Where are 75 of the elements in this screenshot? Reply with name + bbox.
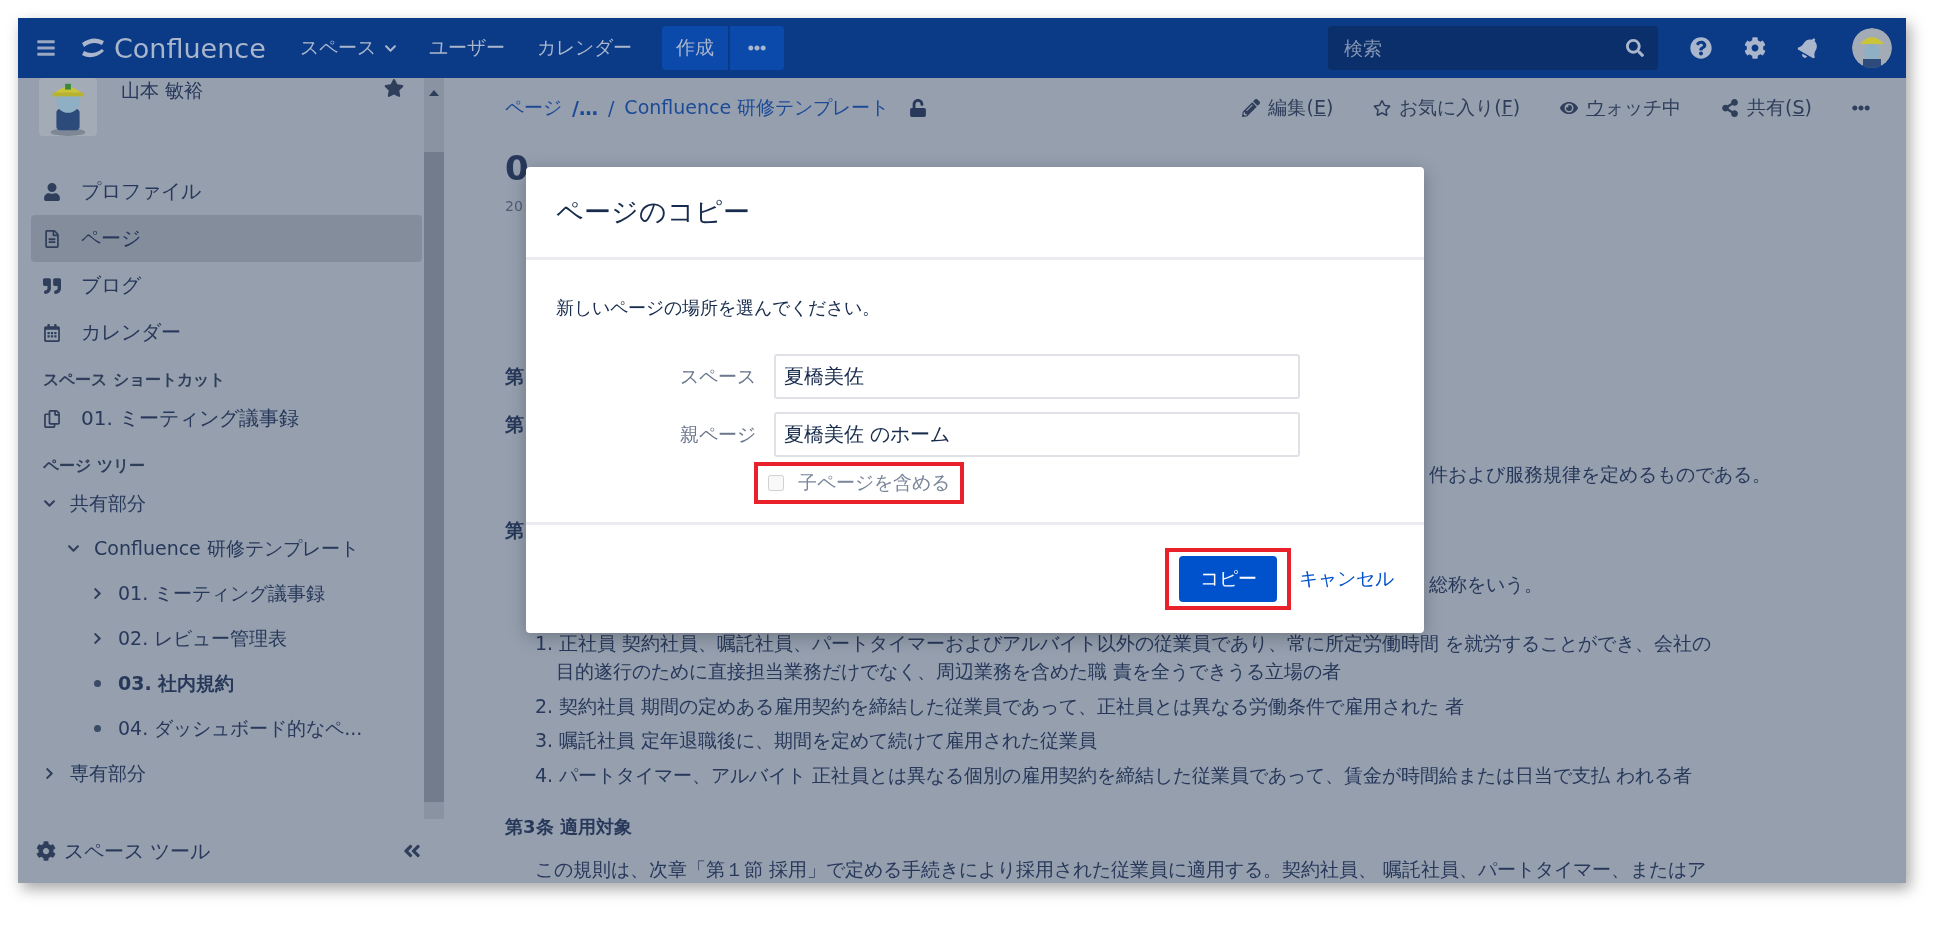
list-item: 4. パートタイマー、アルバイト 正社員とは異なる個別の雇用契約を締結した従業員であって、賃金が時間給または日当で支払 われる者	[535, 762, 1693, 788]
nav-link[interactable]: ユーザー	[416, 35, 517, 61]
avatar[interactable]	[1852, 28, 1892, 68]
breadcrumb-link[interactable]: ページ	[505, 94, 562, 121]
dialog-prompt: 新しいページの場所を選んでください。	[556, 296, 881, 320]
heading-text: 第	[505, 413, 524, 436]
unlock-icon[interactable]	[909, 98, 928, 117]
chevron-right-icon[interactable]	[91, 632, 104, 645]
input-field[interactable]: 夏橋美佐 のホーム	[774, 412, 1300, 457]
sidebar-item[interactable]: プロファイル	[31, 168, 422, 215]
pencil-icon	[1242, 98, 1261, 117]
tree-item[interactable]: 専有部分	[70, 760, 146, 787]
shortcut-link[interactable]: 01. ミーティング議事録	[31, 395, 422, 442]
create-button[interactable]: 作成	[661, 26, 728, 70]
field-label: 親ページ	[679, 421, 756, 447]
nav-link[interactable]: カレンダー	[524, 35, 644, 61]
space-tools-link[interactable]: スペース ツール	[64, 837, 394, 865]
heading-text: 第	[505, 365, 524, 388]
search-icon[interactable]	[1626, 39, 1644, 57]
action-link[interactable]: お気に入り(F)	[1373, 94, 1521, 121]
page-date: 20	[505, 197, 523, 214]
action-link[interactable]: ウ ォッチ中	[1560, 94, 1682, 121]
tree-item[interactable]: 04. ダッシュボード的なペ...	[118, 715, 363, 742]
input-field[interactable]: 夏橋美佐	[774, 354, 1300, 399]
dialog-title: ページのコピー	[556, 195, 750, 229]
field-label: スペース	[679, 363, 756, 389]
copy-icon	[43, 409, 61, 428]
logo-text[interactable]: Confluence	[114, 32, 266, 64]
share-icon	[1721, 98, 1740, 117]
star-icon[interactable]	[384, 78, 404, 98]
caret-up-icon[interactable]	[429, 90, 439, 96]
list-item: 3. 嘱託社員 定年退職後に、期間を定めて続けて雇用された従業員	[535, 728, 1098, 753]
menu-icon[interactable]	[36, 38, 56, 58]
tree-item[interactable]: 01. ミーティング議事録	[118, 580, 326, 607]
list-item: 2. 契約社員 期間の定めある雇用契約を締結した従業員であって、正社員とは異なる労働条件で雇用された 者	[535, 693, 1465, 719]
quote-icon	[43, 276, 61, 295]
cancel-link[interactable]: キャンセル	[1295, 566, 1398, 592]
section-heading: ページ ツリー	[42, 455, 146, 477]
breadcrumb-link[interactable]: /…	[572, 96, 598, 119]
chevron-right-icon[interactable]	[91, 587, 104, 600]
body-text: 総称をいう。	[1429, 572, 1543, 595]
action-link[interactable]: 編集(E)	[1242, 94, 1334, 121]
more-button[interactable]	[729, 26, 784, 70]
tree-item[interactable]: 共有部分	[70, 490, 146, 517]
calendar-icon	[43, 323, 61, 342]
tree-item[interactable]: Confluence 研修テンプレート	[94, 535, 359, 562]
body-text: 件および服務規律を定めるものである。	[1429, 462, 1771, 485]
scrollbar[interactable]	[424, 78, 444, 819]
tree-item[interactable]: 03. 社内規約	[118, 670, 235, 697]
chevron-right-icon[interactable]	[43, 767, 56, 780]
sidebar-item[interactable]: カレンダー	[31, 309, 422, 356]
sidebar-item[interactable]: ブログ	[31, 262, 422, 309]
action-link[interactable]: 共有(S)	[1721, 94, 1812, 121]
chevron-down-icon[interactable]	[67, 542, 80, 555]
body-text: この規則は、次章「第１節 採用」で定める手続きにより採用された従業員に適用する。契約社員、 嘱託社員、パートタイマー、またはア	[534, 857, 1708, 882]
search-input[interactable]: 検索	[1342, 36, 1626, 60]
sidebar-item[interactable]: ページ	[31, 215, 422, 262]
gear-icon	[36, 841, 56, 861]
list-item: 1. 正社員 契約社員、嘱託社員、パートタイマーおよびアルバイト以外の従業員であり、常に所定労働時間 を就労することができ、会社の目的遂行のために直接担当業務だけでなく、周辺業務を含めた職 責を全うできうる立場の者	[535, 630, 1713, 684]
tree-item[interactable]: 02. レビュー管理表	[118, 625, 288, 652]
breadcrumb-link[interactable]: /	[607, 96, 615, 119]
heading-text: 第	[505, 518, 524, 541]
nav-link[interactable]: スペース	[287, 35, 409, 61]
section-heading: 第3条 適用対象	[505, 815, 633, 839]
star-icon	[1373, 98, 1392, 117]
search-field[interactable]: 検索	[1328, 26, 1658, 70]
user-icon	[43, 182, 61, 201]
page-title: 0	[505, 147, 529, 188]
copy-button[interactable]: コピー	[1179, 556, 1277, 602]
section-heading: スペース ショートカット	[42, 369, 226, 391]
logo-icon	[80, 37, 106, 59]
chevron-down-icon[interactable]	[43, 497, 56, 510]
user-name[interactable]: 山本 敏裕	[121, 78, 384, 104]
breadcrumb-link[interactable]: Confluence 研修テンプレート	[624, 94, 890, 121]
document-icon	[43, 229, 61, 248]
